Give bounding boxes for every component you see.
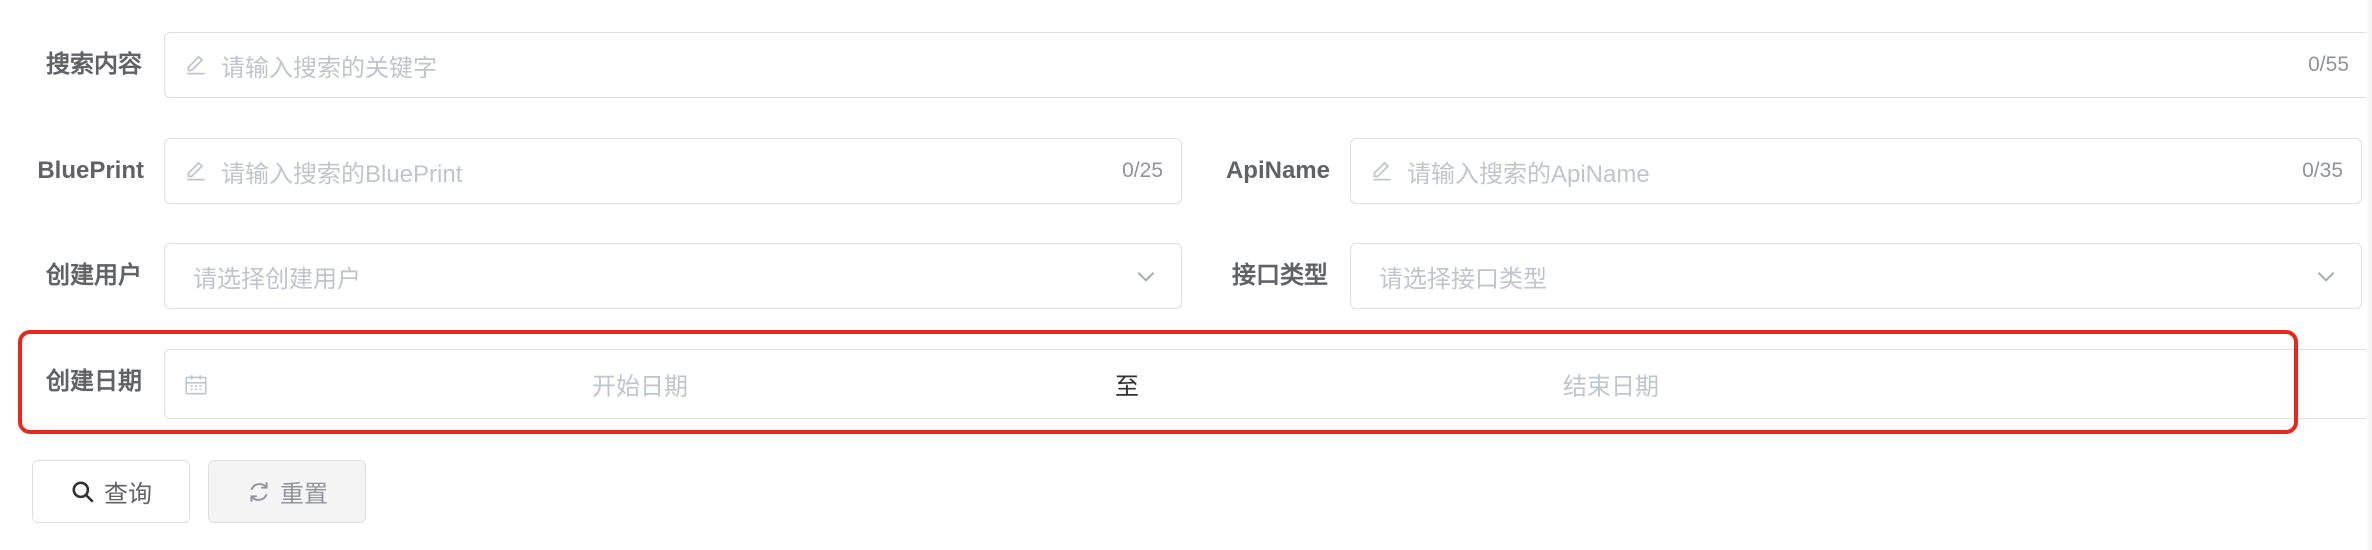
chevron-down-icon[interactable] (2313, 263, 2339, 289)
calendar-icon (185, 375, 207, 395)
chevron-down-icon[interactable] (1133, 263, 1159, 289)
pencil-icon (187, 55, 205, 75)
apiname-char-count: 0/35 (2302, 159, 2343, 182)
apiname-input[interactable]: 请输入搜索的ApiName 0/35 (1350, 138, 2362, 204)
apiname-placeholder: 请输入搜索的ApiName (1407, 160, 1650, 188)
creator-label: 创建用户 (46, 262, 142, 289)
search-label: 搜索内容 (46, 51, 142, 78)
apiname-label: ApiName (1225, 157, 1330, 184)
end-date-input[interactable]: 结束日期 (1563, 367, 1659, 402)
query-button[interactable]: 查询 (32, 460, 190, 523)
search-icon (72, 480, 94, 503)
date-label: 创建日期 (46, 368, 142, 395)
blueprint-placeholder: 请输入搜索的BluePrint (221, 160, 463, 188)
page-edge (2366, 0, 2372, 550)
search-input[interactable]: 请输入搜索的关键字 0/55 (164, 32, 2372, 98)
search-placeholder: 请输入搜索的关键字 (221, 54, 437, 82)
reset-button[interactable]: 重置 (208, 460, 366, 523)
creator-placeholder: 请选择创建用户 (193, 265, 361, 293)
blueprint-label: BluePrint (37, 157, 144, 184)
query-button-label: 查询 (104, 481, 152, 508)
blueprint-input[interactable]: 请输入搜索的BluePrint 0/25 (164, 138, 1182, 204)
pencil-icon (187, 161, 205, 181)
api-type-placeholder: 请选择接口类型 (1379, 265, 1547, 293)
refresh-icon (250, 481, 268, 502)
blueprint-char-count: 0/25 (1122, 159, 1163, 182)
date-range-picker[interactable]: 开始日期 至 结束日期 (164, 349, 2372, 419)
start-date-input[interactable]: 开始日期 (592, 367, 688, 402)
pencil-icon (1373, 161, 1391, 181)
api-type-label: 接口类型 (1232, 262, 1328, 289)
search-char-count: 0/55 (2308, 53, 2349, 76)
api-type-select[interactable]: 请选择接口类型 (1350, 243, 2362, 309)
reset-button-label: 重置 (280, 481, 328, 508)
date-range-separator: 至 (1115, 373, 1139, 401)
creator-select[interactable]: 请选择创建用户 (164, 243, 1182, 309)
